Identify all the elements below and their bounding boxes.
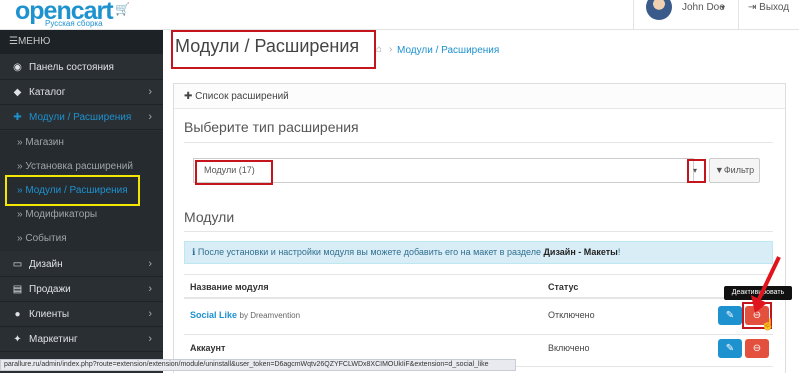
sidebar-item-dashboard[interactable]: ◉ Панель состояния (0, 55, 163, 80)
top-header: opencart 🛒 Русская сборка John Doe ▾ ⇥ В… (0, 0, 799, 30)
menu-toggle[interactable]: ☰МЕНЮ (0, 30, 163, 54)
uninstall-button[interactable]: ⊖ (745, 339, 769, 358)
column-header-status[interactable]: Статус (548, 282, 578, 292)
bars-icon: ☰ (9, 36, 18, 47)
module-name: Аккаунт (190, 343, 226, 353)
module-status: Отключено (548, 310, 595, 320)
highlight-box (171, 30, 376, 69)
chevron-down-icon[interactable]: ▾ (721, 3, 725, 12)
minus-circle-icon: ⊖ (752, 343, 762, 354)
column-header-name[interactable]: Название модуля (190, 282, 269, 292)
highlight-box (687, 159, 706, 183)
logo-subtitle: Русская сборка (45, 19, 103, 28)
sidebar-sub-store[interactable]: » Магазин (0, 131, 163, 155)
alert-link[interactable]: Дизайн - Макеты (544, 247, 618, 257)
highlight-box (195, 160, 273, 185)
edit-button[interactable]: ✎ (718, 306, 742, 325)
table-top-border (184, 274, 773, 275)
browser-status-bar: parallure.ru/admin/index.php?route=exten… (0, 359, 516, 371)
divider (184, 142, 773, 143)
opencart-logo[interactable]: opencart 🛒 Русская сборка (11, 0, 131, 28)
chevron-right-icon: › (148, 308, 152, 320)
sidebar-item-design[interactable]: ▭ Дизайн › (0, 252, 163, 277)
chevron-right-icon: › (148, 86, 152, 98)
chevron-right-icon: › (148, 333, 152, 345)
puzzle-icon: ✚ (184, 91, 196, 102)
puzzle-icon: ✚ (13, 112, 22, 123)
module-status: Включено (548, 343, 590, 353)
arrow-icon (751, 256, 781, 313)
filter-icon: ▼ (714, 165, 724, 175)
hand-cursor-icon: ☝ (761, 319, 775, 331)
share-icon: ✦ (13, 334, 22, 345)
table-header-border (184, 297, 773, 299)
header-divider (738, 0, 739, 30)
divider (184, 231, 773, 232)
main-content: Модули / Расширения ⌂ › Модули / Расшире… (163, 30, 799, 373)
chevron-right-icon: › (148, 258, 152, 270)
panel-heading: ✚ Список расширений (174, 84, 785, 109)
choose-type-title: Выберите тип расширения (184, 119, 359, 135)
highlight-box (5, 175, 140, 206)
header-divider (633, 0, 634, 30)
user-name[interactable]: John Doe (682, 2, 725, 13)
chevron-right-icon: › (148, 283, 152, 295)
chevron-right-icon: › (148, 111, 152, 123)
edit-button[interactable]: ✎ (718, 339, 742, 358)
module-link[interactable]: Social Like (190, 310, 237, 320)
sidebar-item-catalog[interactable]: ◆ Каталог › (0, 80, 163, 105)
home-icon[interactable]: ⌂ (376, 44, 382, 55)
sidebar-item-extensions[interactable]: ✚ Модули / Расширения › (0, 105, 163, 130)
sidebar-item-marketing[interactable]: ✦ Маркетинг › (0, 327, 163, 352)
pencil-icon: ✎ (725, 343, 735, 354)
pencil-icon: ✎ (725, 310, 735, 321)
logout-link[interactable]: ⇥ Выход (748, 2, 789, 13)
row-divider (184, 334, 773, 335)
filter-button[interactable]: ▼Фильтр (709, 158, 760, 183)
sidebar-sub-modifications[interactable]: » Модификаторы (0, 203, 163, 227)
user-icon: ● (14, 309, 21, 320)
sidebar-item-sales[interactable]: ▤ Продажи › (0, 277, 163, 302)
dashboard-icon: ◉ (13, 62, 22, 73)
module-name: Social Like by Dreamvention (190, 310, 301, 320)
desktop-icon: ▭ (12, 259, 23, 270)
breadcrumb-separator: › (389, 44, 393, 55)
cart-icon: 🛒 (115, 2, 130, 16)
info-alert: ℹ После установки и настройки модуля вы … (184, 241, 773, 264)
sidebar-item-customers[interactable]: ● Клиенты › (0, 302, 163, 327)
cart-icon: ▤ (12, 284, 23, 295)
breadcrumb[interactable]: Модули / Расширения (397, 45, 499, 56)
sign-out-icon: ⇥ (748, 2, 760, 13)
sidebar-sub-events[interactable]: » События (0, 227, 163, 251)
modules-title: Модули (184, 209, 235, 225)
tag-icon: ◆ (13, 87, 22, 98)
user-avatar[interactable] (646, 0, 672, 20)
